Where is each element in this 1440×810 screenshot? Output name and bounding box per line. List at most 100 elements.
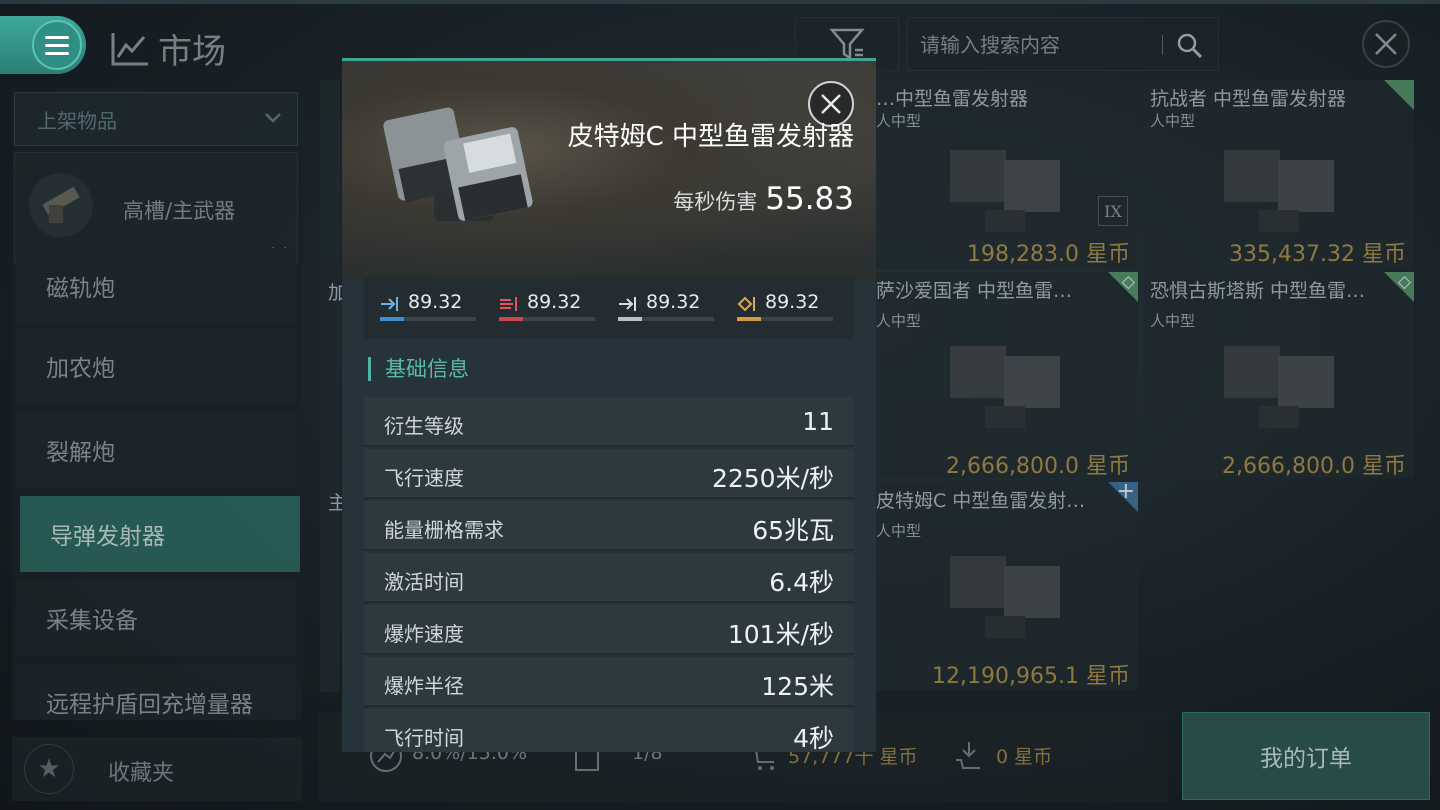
rarity-corner [1384, 80, 1414, 110]
product-name: 萨沙爱国者 中型鱼雷… [876, 280, 1073, 302]
diamond-icon: ◇ [1121, 272, 1135, 292]
thermal-damage-icon [500, 297, 517, 311]
menu-button[interactable] [0, 16, 86, 74]
product-price: 198,283.0 星币 [967, 242, 1130, 267]
escrow-icon [956, 742, 980, 769]
search-box [907, 17, 1219, 71]
search-icon[interactable] [1176, 32, 1204, 60]
product-name: 恐惧古斯塔斯 中型鱼雷… [1150, 280, 1366, 302]
torpedo-launcher-thumbnail [1224, 346, 1334, 428]
railgun-thumbnail [29, 173, 93, 237]
damage-value: 89.32 [527, 291, 582, 313]
attribute-label: 激活时间 [384, 570, 464, 594]
escrow-amount: 0 星币 [996, 746, 1053, 768]
dps-label: 每秒伤害 [673, 190, 758, 214]
sidebar-item-cannon[interactable]: 加农炮 [16, 328, 296, 404]
product-price: 2,666,800.0 星币 [946, 454, 1130, 479]
attribute-row: 飞行时间 4秒 [364, 709, 854, 752]
attribute-value: 65兆瓦 [752, 516, 834, 545]
chart-icon [111, 32, 148, 65]
tier-badge: IX [1098, 196, 1128, 226]
torpedo-launcher-thumbnail [950, 346, 1060, 428]
top-border [0, 0, 1440, 4]
attribute-label: 爆炸速度 [384, 622, 464, 646]
sidebar-item-mining[interactable]: 采集设备 [16, 580, 296, 656]
product-name: …中型鱼雷发射器 [876, 88, 1029, 110]
product-card[interactable]: 萨沙爱国者 中型鱼雷… 人中型 ◇ 2,666,800.0 星币 [870, 272, 1138, 479]
close-icon [1375, 33, 1397, 55]
damage-value: 89.32 [646, 291, 701, 313]
product-card[interactable]: 抗战者 中型鱼雷发射器 人中型 335,437.32 星币 [1144, 80, 1414, 270]
torpedo-launcher-thumbnail [950, 556, 1060, 638]
em-damage-icon [381, 297, 398, 311]
section-title: 基础信息 [368, 357, 469, 381]
sidebar-item-missile-launcher[interactable]: 导弹发射器 [20, 496, 300, 572]
attribute-label: 飞行速度 [384, 466, 464, 490]
favorites-button[interactable]: ★ 收藏夹 [12, 737, 302, 801]
chevron-down-icon [265, 113, 281, 123]
attribute-value: 2250米/秒 [711, 464, 834, 493]
page-header: 市场 [110, 24, 226, 73]
product-card[interactable]: 皮特姆C 中型鱼雷发射… 人中型 + 12,190,965.1 星币 [870, 479, 1138, 690]
dps-row: 每秒伤害 55.83 [673, 181, 854, 217]
star-icon: ★ [24, 744, 74, 794]
attribute-row: 飞行速度 2250米/秒 [364, 449, 854, 499]
damage-thermal: 89.32 [499, 291, 595, 327]
close-market-button[interactable] [1362, 20, 1410, 68]
product-card[interactable]: …中型鱼雷发射器 人中型 IX 198,283.0 星币 [870, 80, 1138, 270]
filter-icon [829, 28, 865, 61]
page-title: 市场 [158, 32, 226, 72]
attribute-label: 能量栅格需求 [384, 518, 504, 542]
size-tag: 人中型 [876, 312, 922, 330]
damage-em: 89.32 [380, 291, 476, 327]
damage-value: 89.32 [408, 291, 463, 313]
attribute-row: 激活时间 6.4秒 [364, 553, 854, 603]
diamond-icon: ◇ [1397, 272, 1411, 292]
category-sidebar: 上架物品 高槽/主武器 磁轨炮 加农炮 裂解炮 导弹发射器 采集设备 远程护盾回… [12, 88, 302, 720]
attribute-value: 4秒 [793, 724, 834, 752]
sidebar-item-disintegrator[interactable]: 裂解炮 [16, 412, 296, 488]
product-price: 12,190,965.1 星币 [932, 664, 1130, 689]
attribute-label: 爆炸半径 [384, 674, 464, 698]
attribute-value: 6.4秒 [769, 568, 834, 597]
product-card[interactable]: 恐惧古斯塔斯 中型鱼雷… 人中型 ◇ 2,666,800.0 星币 [1144, 272, 1414, 479]
close-icon [821, 94, 841, 114]
product-name: 抗战者 中型鱼雷发射器 [1150, 88, 1347, 110]
search-input[interactable] [920, 28, 1160, 62]
attribute-row: 衍生等级 11 [364, 397, 854, 447]
attribute-value: 11 [802, 407, 834, 436]
product-price: 2,666,800.0 星币 [1222, 454, 1406, 479]
product-price: 335,437.32 星币 [1229, 242, 1406, 267]
torpedo-launcher-thumbnail [1224, 150, 1334, 232]
attribute-row: 爆炸半径 125米 [364, 657, 854, 707]
sidebar-item-shield-booster[interactable]: 远程护盾回充增量器 [16, 664, 296, 720]
partial-card-column: 加 主 [320, 80, 347, 692]
listing-type-label: 上架物品 [37, 108, 117, 133]
damage-value: 89.32 [765, 291, 820, 313]
size-tag: 人中型 [876, 112, 922, 130]
damage-kinetic: 89.32 [618, 291, 714, 327]
attribute-row: 爆炸速度 101米/秒 [364, 605, 854, 655]
category-label: 高槽/主武器 [123, 199, 236, 223]
torpedo-launcher-thumbnail [950, 150, 1060, 232]
product-name: 皮特姆C 中型鱼雷发射… [876, 490, 1086, 512]
attribute-value: 101米/秒 [727, 620, 834, 649]
damage-explosive: 89.32 [737, 291, 833, 327]
size-tag: 人中型 [876, 522, 922, 540]
explosive-damage-icon [737, 296, 755, 312]
hamburger-icon [32, 20, 82, 70]
damage-profile: 89.32 89.32 89.32 89.32 [364, 277, 854, 339]
plus-icon: + [1116, 479, 1135, 504]
my-orders-button[interactable]: 我的订单 [1182, 712, 1430, 800]
item-name: 皮特姆C 中型鱼雷发射器 [567, 122, 854, 152]
favorites-label: 收藏夹 [108, 761, 175, 786]
listing-type-select[interactable]: 上架物品 [14, 92, 298, 146]
kinetic-damage-icon [619, 297, 636, 311]
torpedo-launcher-image [383, 107, 533, 221]
search-divider [1162, 35, 1163, 55]
attribute-label: 飞行时间 [384, 726, 464, 750]
attribute-label: 衍生等级 [384, 414, 464, 438]
sidebar-item-railgun[interactable]: 磁轨炮 [16, 248, 296, 324]
dps-value: 55.83 [765, 181, 854, 217]
attribute-row: 能量栅格需求 65兆瓦 [364, 501, 854, 551]
